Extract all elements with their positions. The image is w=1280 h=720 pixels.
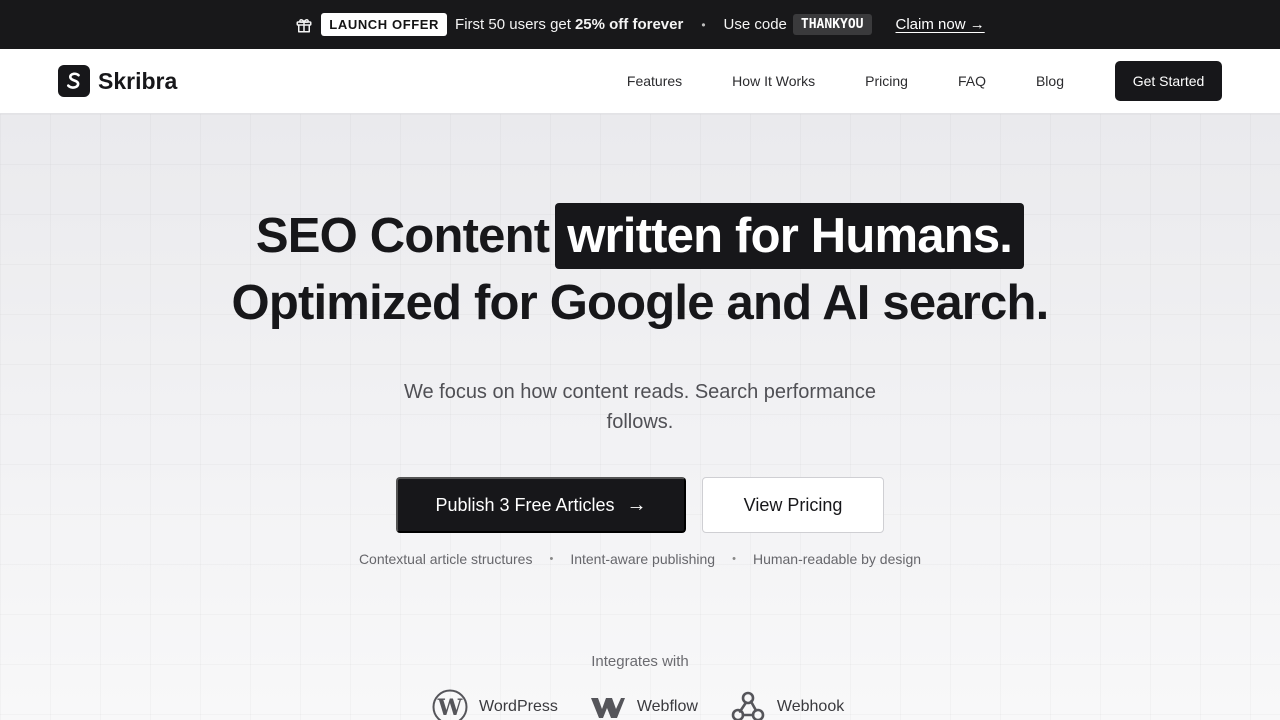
feature-item: Intent-aware publishing (570, 551, 716, 567)
svg-text:W: W (437, 695, 463, 720)
launch-offer-badge: LAUNCH OFFER (321, 13, 448, 36)
headline-highlight: written for Humans. (555, 203, 1025, 269)
feature-item: Contextual article structures (358, 551, 533, 567)
headline-line-2: Optimized for Google and AI search. (231, 276, 1050, 330)
promo-discount: 25% off forever (574, 16, 684, 33)
feature-list: Contextual article structures • Intent-a… (0, 551, 1280, 567)
webhook-icon (730, 689, 766, 720)
get-started-button[interactable]: Get Started (1115, 61, 1222, 101)
nav-link-features[interactable]: Features (627, 73, 682, 89)
brand-name: Skribra (98, 67, 178, 94)
integration-webflow[interactable]: Webflow (590, 689, 698, 720)
claim-now-link[interactable]: Claim now → (896, 16, 985, 33)
promo-banner: LAUNCH OFFER First 50 users get 25% off … (0, 0, 1280, 49)
nav-link-blog[interactable]: Blog (1036, 73, 1064, 89)
brand-logo[interactable]: Skribra (58, 65, 177, 97)
view-pricing-button[interactable]: View Pricing (702, 477, 884, 533)
integration-name: Webhook (776, 698, 845, 715)
publish-button-label: Publish 3 Free Articles (435, 494, 615, 515)
integration-wordpress[interactable]: W WordPress (432, 689, 558, 720)
publish-free-articles-button[interactable]: Publish 3 Free Articles → (396, 477, 686, 533)
skribra-logo-icon (58, 65, 90, 97)
nav-links: Features How It Works Pricing FAQ Blog (627, 49, 1064, 113)
nav-link-faq[interactable]: FAQ (958, 73, 986, 89)
gift-icon (295, 16, 313, 34)
headline-part-1: SEO Content (255, 209, 550, 263)
wordpress-icon: W (432, 689, 468, 720)
integrations-list: W WordPress Webflow Webhook (432, 689, 844, 720)
feature-item: Human-readable by design (752, 551, 922, 567)
hero-subtitle: We focus on how content reads. Search pe… (403, 381, 877, 433)
arrow-right-icon: → (626, 493, 647, 516)
headline-line-1: SEO Content written for Humans. (0, 203, 1280, 269)
integration-webhook[interactable]: Webhook (730, 689, 844, 720)
hero-section: SEO Content written for Humans. Optimized… (0, 114, 1280, 720)
promo-code: THANKYOU (792, 14, 872, 35)
integrates-label: Integrates with (591, 653, 689, 670)
promo-code-label: Use code (723, 16, 787, 33)
webflow-icon (590, 689, 626, 720)
nav-link-how-it-works[interactable]: How It Works (732, 73, 815, 89)
integration-name: Webflow (636, 698, 698, 715)
feature-separator: • (549, 553, 554, 565)
integration-name: WordPress (479, 698, 558, 715)
navbar: Skribra Features How It Works Pricing FA… (0, 49, 1280, 114)
feature-separator: • (732, 553, 736, 565)
nav-link-pricing[interactable]: Pricing (865, 73, 908, 89)
promo-separator: • (701, 17, 706, 32)
promo-text: First 50 users get (455, 16, 571, 33)
